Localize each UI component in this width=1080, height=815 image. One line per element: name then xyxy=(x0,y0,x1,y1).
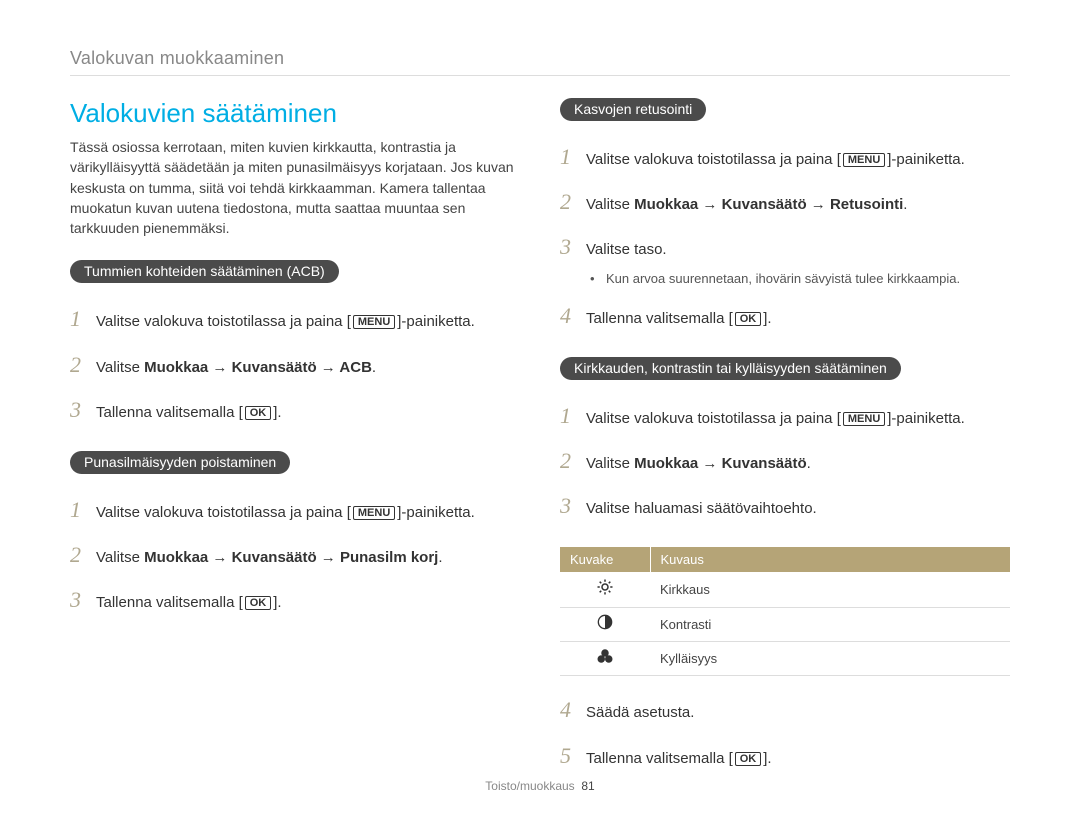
ok-chip: OK xyxy=(245,406,272,420)
step-number: 3 xyxy=(70,392,96,427)
page-number: 81 xyxy=(581,779,594,793)
step-1: 1 Valitse valokuva toistotilassa ja pain… xyxy=(560,398,1010,433)
step-number: 2 xyxy=(560,443,586,478)
step-5: 5 Tallenna valitsemalla [OK]. xyxy=(560,738,1010,773)
right-column: Kasvojen retusointi 1 Valitse valokuva t… xyxy=(560,98,1010,797)
step-number: 3 xyxy=(560,488,586,523)
table-header-icon: Kuvake xyxy=(560,547,650,572)
step-3: 3 Valitse haluamasi säätövaihtoehto. xyxy=(560,488,1010,523)
sub-note: • Kun arvoa suurennetaan, ihovärin sävyi… xyxy=(590,271,1010,286)
footer-label: Toisto/muokkaus xyxy=(485,779,574,793)
step-2: 2 Valitse Muokkaa → Kuvansäätö. xyxy=(560,443,1010,478)
content-columns: Valokuvien säätäminen Tässä osiossa kerr… xyxy=(70,98,1010,797)
table-row: Kylläisyys xyxy=(560,642,1010,676)
steps-brightness-contrast-2: 4 Säädä asetusta. 5 Tallenna valitsemall… xyxy=(560,692,1010,772)
contrast-icon xyxy=(560,608,650,642)
step-3: 3 Tallenna valitsemalla [OK]. xyxy=(70,392,520,427)
step-number: 3 xyxy=(70,582,96,617)
step-number: 5 xyxy=(560,738,586,773)
step-number: 1 xyxy=(70,301,96,336)
step-1: 1 Valitse valokuva toistotilassa ja pain… xyxy=(70,492,520,527)
step-text: Valitse Muokkaa → Kuvansäätö. xyxy=(586,452,811,476)
step-text: Valitse taso. xyxy=(586,238,667,262)
left-column: Valokuvien säätäminen Tässä osiossa kerr… xyxy=(70,98,520,797)
step-text: Tallenna valitsemalla [OK]. xyxy=(586,747,772,771)
step-number: 2 xyxy=(560,184,586,219)
step-number: 2 xyxy=(70,537,96,572)
page-footer: Toisto/muokkaus 81 xyxy=(0,779,1080,793)
pill-retouch: Kasvojen retusointi xyxy=(560,98,706,121)
menu-chip: MENU xyxy=(843,412,885,426)
steps-acb: 1 Valitse valokuva toistotilassa ja pain… xyxy=(70,301,520,427)
step-text: Säädä asetusta. xyxy=(586,701,694,725)
step-text: Tallenna valitsemalla [OK]. xyxy=(586,307,772,331)
step-text: Valitse valokuva toistotilassa ja paina … xyxy=(586,148,965,172)
step-1: 1 Valitse valokuva toistotilassa ja pain… xyxy=(560,139,1010,174)
step-4: 4 Tallenna valitsemalla [OK]. xyxy=(560,298,1010,333)
saturation-icon xyxy=(560,642,650,676)
intro-text: Tässä osiossa kerrotaan, miten kuvien ki… xyxy=(70,137,520,238)
pill-brightness-contrast: Kirkkauden, kontrastin tai kylläisyyden … xyxy=(560,357,901,380)
step-text: Tallenna valitsemalla [OK]. xyxy=(96,591,282,615)
step-number: 3 xyxy=(560,229,586,264)
step-2: 2 Valitse Muokkaa → Kuvansäätö → Punasil… xyxy=(70,537,520,572)
steps-redeye: 1 Valitse valokuva toistotilassa ja pain… xyxy=(70,492,520,618)
step-text: Valitse Muokkaa → Kuvansäätö → ACB. xyxy=(96,356,376,380)
step-text: Tallenna valitsemalla [OK]. xyxy=(96,401,282,425)
step-number: 1 xyxy=(70,492,96,527)
brightness-icon xyxy=(560,572,650,608)
menu-chip: MENU xyxy=(353,506,395,520)
table-row: Kontrasti xyxy=(560,608,1010,642)
step-text: Valitse Muokkaa → Kuvansäätö → Punasilm … xyxy=(96,546,443,570)
step-number: 1 xyxy=(560,398,586,433)
step-number: 4 xyxy=(560,298,586,333)
step-1: 1 Valitse valokuva toistotilassa ja pain… xyxy=(70,301,520,336)
step-text: Valitse valokuva toistotilassa ja paina … xyxy=(586,407,965,431)
menu-chip: MENU xyxy=(843,153,885,167)
pill-redeye: Punasilmäisyyden poistaminen xyxy=(70,451,290,474)
steps-brightness-contrast: 1 Valitse valokuva toistotilassa ja pain… xyxy=(560,398,1010,524)
ok-chip: OK xyxy=(735,752,762,766)
adjustment-table: Kuvake Kuvaus xyxy=(560,547,1010,676)
steps-retouch: 1 Valitse valokuva toistotilassa ja pain… xyxy=(560,139,1010,333)
step-text: Valitse valokuva toistotilassa ja paina … xyxy=(96,501,475,525)
section-heading: Valokuvien säätäminen xyxy=(70,98,520,129)
ok-chip: OK xyxy=(245,596,272,610)
step-number: 2 xyxy=(70,347,96,382)
page: Valokuvan muokkaaminen Valokuvien säätäm… xyxy=(0,0,1080,815)
menu-chip: MENU xyxy=(353,315,395,329)
table-cell: Kirkkaus xyxy=(650,572,1010,608)
step-4: 4 Säädä asetusta. xyxy=(560,692,1010,727)
pill-acb: Tummien kohteiden säätäminen (ACB) xyxy=(70,260,339,283)
table-cell: Kylläisyys xyxy=(650,642,1010,676)
step-text: Valitse valokuva toistotilassa ja paina … xyxy=(96,310,475,334)
step-2: 2 Valitse Muokkaa → Kuvansäätö → ACB. xyxy=(70,347,520,382)
table-row: Kirkkaus xyxy=(560,572,1010,608)
bullet-icon: • xyxy=(590,271,606,286)
step-number: 4 xyxy=(560,692,586,727)
table-header-desc: Kuvaus xyxy=(650,547,1010,572)
step-3: 3 Valitse taso. xyxy=(560,229,1010,264)
step-number: 1 xyxy=(560,139,586,174)
step-2: 2 Valitse Muokkaa → Kuvansäätö → Retusoi… xyxy=(560,184,1010,219)
ok-chip: OK xyxy=(735,312,762,326)
breadcrumb: Valokuvan muokkaaminen xyxy=(70,48,1010,76)
step-3: 3 Tallenna valitsemalla [OK]. xyxy=(70,582,520,617)
step-text: Valitse Muokkaa → Kuvansäätö → Retusoint… xyxy=(586,193,907,217)
step-text: Valitse haluamasi säätövaihtoehto. xyxy=(586,497,817,521)
table-cell: Kontrasti xyxy=(650,608,1010,642)
